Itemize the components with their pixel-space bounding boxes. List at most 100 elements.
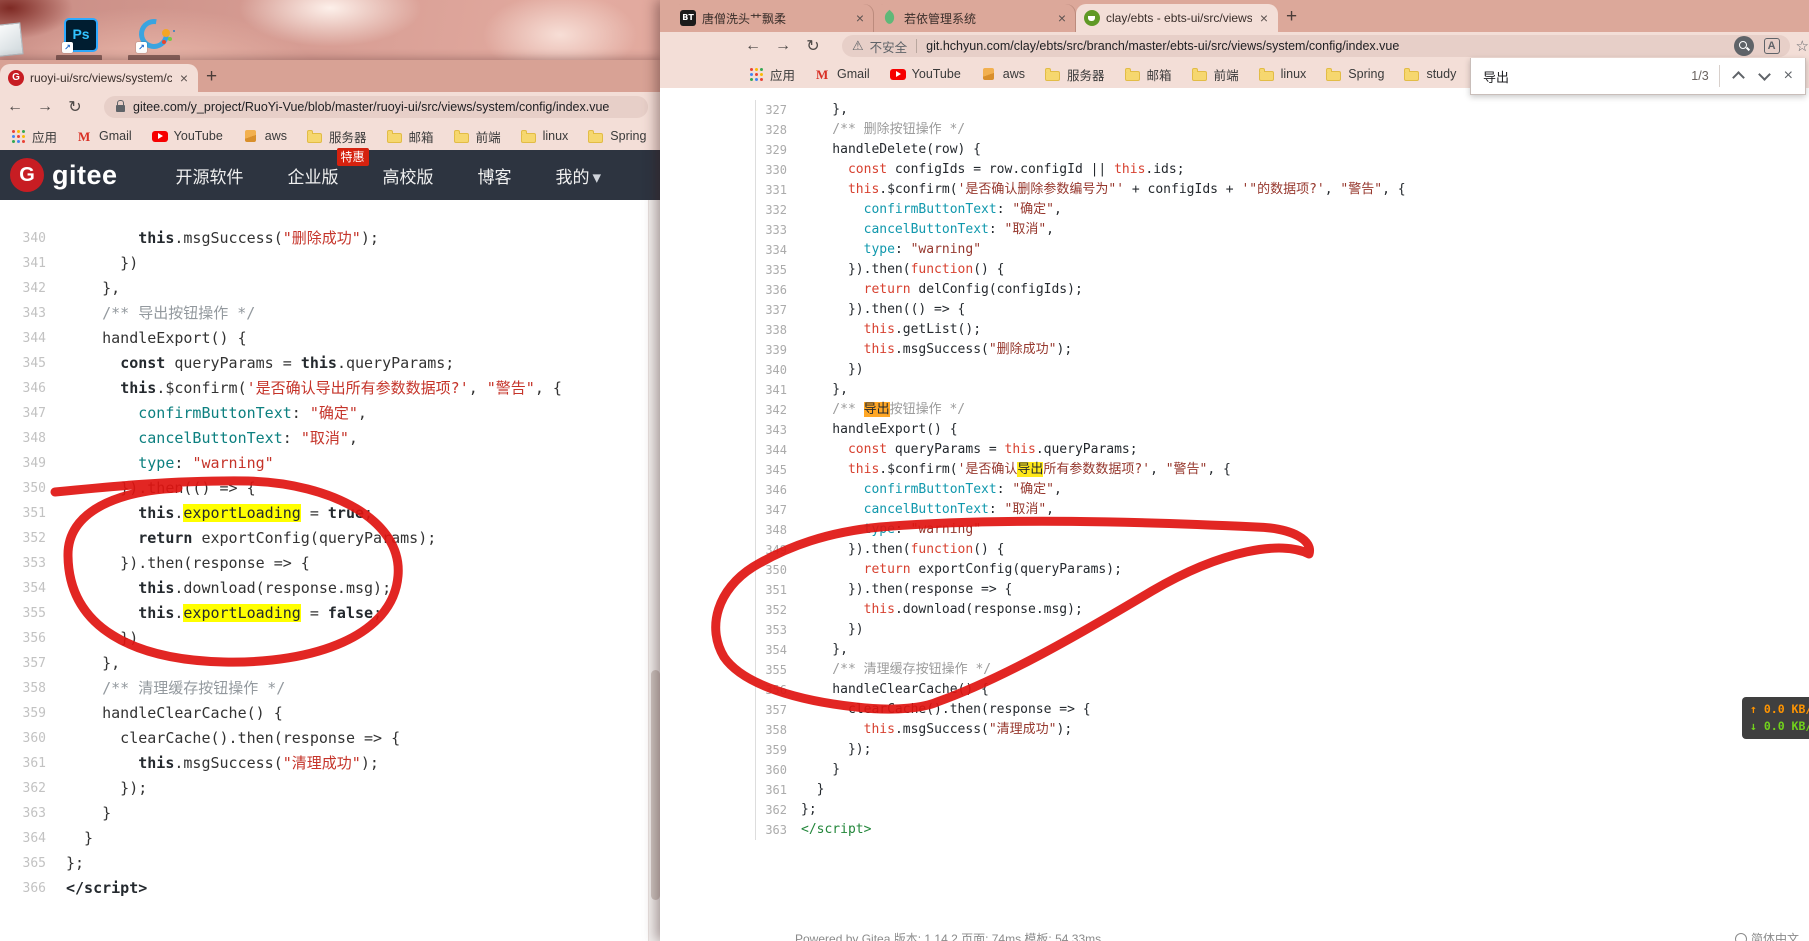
line-number[interactable]: 335 [756,260,801,280]
line-number[interactable]: 343 [756,420,801,440]
line-number[interactable]: 342 [0,276,66,301]
bookmark-item[interactable]: YouTube [152,129,223,144]
gitee-nav-item[interactable]: 开源软件 [176,163,244,188]
line-number[interactable]: 352 [0,526,66,551]
line-number[interactable]: 366 [0,876,66,901]
line-number[interactable]: 347 [0,401,66,426]
back-icon[interactable]: ← [0,98,30,116]
line-number[interactable]: 342 [756,400,801,420]
bookmark-item[interactable]: Spring [588,129,646,144]
line-number[interactable]: 346 [756,480,801,500]
bookmark-item[interactable]: aws [981,67,1025,82]
new-tab-button[interactable]: + [198,66,227,92]
line-number[interactable]: 360 [756,760,801,780]
tab-close-icon[interactable]: × [854,11,866,25]
line-number[interactable]: 340 [0,226,66,251]
line-number[interactable]: 340 [756,360,801,380]
line-number[interactable]: 354 [756,640,801,660]
reload-icon[interactable]: ↻ [798,36,828,56]
line-number[interactable]: 337 [756,300,801,320]
find-next-icon[interactable] [1758,70,1770,82]
line-number[interactable]: 343 [0,301,66,326]
line-number[interactable]: 361 [756,780,801,800]
gitee-nav-item[interactable]: 企业版特惠 [288,163,339,188]
line-number[interactable]: 357 [756,700,801,720]
line-number[interactable]: 349 [0,451,66,476]
line-number[interactable]: 349 [756,540,801,560]
line-number[interactable]: 334 [756,240,801,260]
address-bar[interactable]: gitee.com/y_project/RuoYi-Vue/blob/maste… [104,96,648,118]
bookmark-item[interactable]: 服务器 [307,127,367,146]
line-number[interactable]: 354 [0,576,66,601]
back-icon[interactable]: ← [738,37,768,55]
line-number[interactable]: 358 [756,720,801,740]
line-number[interactable]: 348 [756,520,801,540]
bookmark-item[interactable]: study [1404,67,1456,82]
browser-tab[interactable]: 若依管理系统× [874,4,1076,32]
line-number[interactable]: 352 [756,600,801,620]
browser-tab-gitee[interactable]: G ruoyi-ui/src/views/system/con × [0,64,198,92]
line-number[interactable]: 346 [0,376,66,401]
line-number[interactable]: 347 [756,500,801,520]
line-number[interactable]: 359 [0,701,66,726]
search-image-icon[interactable] [1734,36,1754,56]
new-tab-button[interactable]: + [1278,6,1307,32]
find-input[interactable]: 导出 [1483,67,1691,86]
line-number[interactable]: 341 [0,251,66,276]
line-number[interactable]: 331 [756,180,801,200]
line-number[interactable]: 351 [756,580,801,600]
find-close-icon[interactable]: × [1784,67,1793,85]
bookmark-item[interactable]: 应用 [748,65,795,84]
line-number[interactable]: 355 [0,601,66,626]
browser-tab[interactable]: BT唐僧洗头艹飘柔× [672,4,874,32]
bookmark-item[interactable]: linux [521,129,569,144]
address-bar[interactable]: ⚠ 不安全 git.hchyun.com/clay/ebts/src/branc… [842,35,1790,57]
line-number[interactable]: 345 [0,351,66,376]
line-number[interactable]: 329 [756,140,801,160]
line-number[interactable]: 338 [756,320,801,340]
gitee-logo[interactable]: G gitee [0,158,118,192]
gitee-nav-item[interactable]: 高校版 [383,163,434,188]
reload-icon[interactable]: ↻ [60,97,90,117]
bookmark-item[interactable]: aws [243,129,287,144]
line-number[interactable]: 365 [0,851,66,876]
line-number[interactable]: 356 [0,626,66,651]
line-number[interactable]: 328 [756,120,801,140]
bookmark-item[interactable]: 服务器 [1045,65,1105,84]
line-number[interactable]: 351 [0,501,66,526]
forward-icon[interactable]: → [768,37,798,55]
line-number[interactable]: 353 [0,551,66,576]
line-number[interactable]: 330 [756,160,801,180]
line-number[interactable]: 363 [756,820,801,840]
tab-close-icon[interactable]: × [178,71,190,85]
line-number[interactable]: 350 [756,560,801,580]
line-number[interactable]: 361 [0,751,66,776]
line-number[interactable]: 345 [756,460,801,480]
line-number[interactable]: 362 [0,776,66,801]
bookmark-item[interactable]: 前端 [454,127,501,146]
line-number[interactable]: 353 [756,620,801,640]
line-number[interactable]: 336 [756,280,801,300]
line-number[interactable]: 364 [0,826,66,851]
translate-icon[interactable]: A [1764,38,1780,54]
line-number[interactable]: 363 [0,801,66,826]
browser-tab[interactable]: clay/ebts - ebts-ui/src/views/s× [1076,4,1278,32]
bookmark-item[interactable]: 邮箱 [387,127,434,146]
forward-icon[interactable]: → [30,98,60,116]
bookmark-item[interactable]: 前端 [1192,65,1239,84]
line-number[interactable]: 359 [756,740,801,760]
line-number[interactable]: 344 [756,440,801,460]
line-number[interactable]: 339 [756,340,801,360]
find-previous-icon[interactable] [1732,70,1744,82]
language-selector[interactable]: 简体中文 [1735,930,1799,941]
line-number[interactable]: 327 [756,100,801,120]
line-number[interactable]: 357 [0,651,66,676]
tab-close-icon[interactable]: × [1056,11,1068,25]
line-number[interactable]: 344 [0,326,66,351]
line-number[interactable]: 350 [0,476,66,501]
bookmark-item[interactable]: Gmail [815,67,870,82]
line-number[interactable]: 348 [0,426,66,451]
desktop-icon-box[interactable] [0,22,24,57]
line-number[interactable]: 333 [756,220,801,240]
bookmark-item[interactable]: 应用 [10,127,57,146]
